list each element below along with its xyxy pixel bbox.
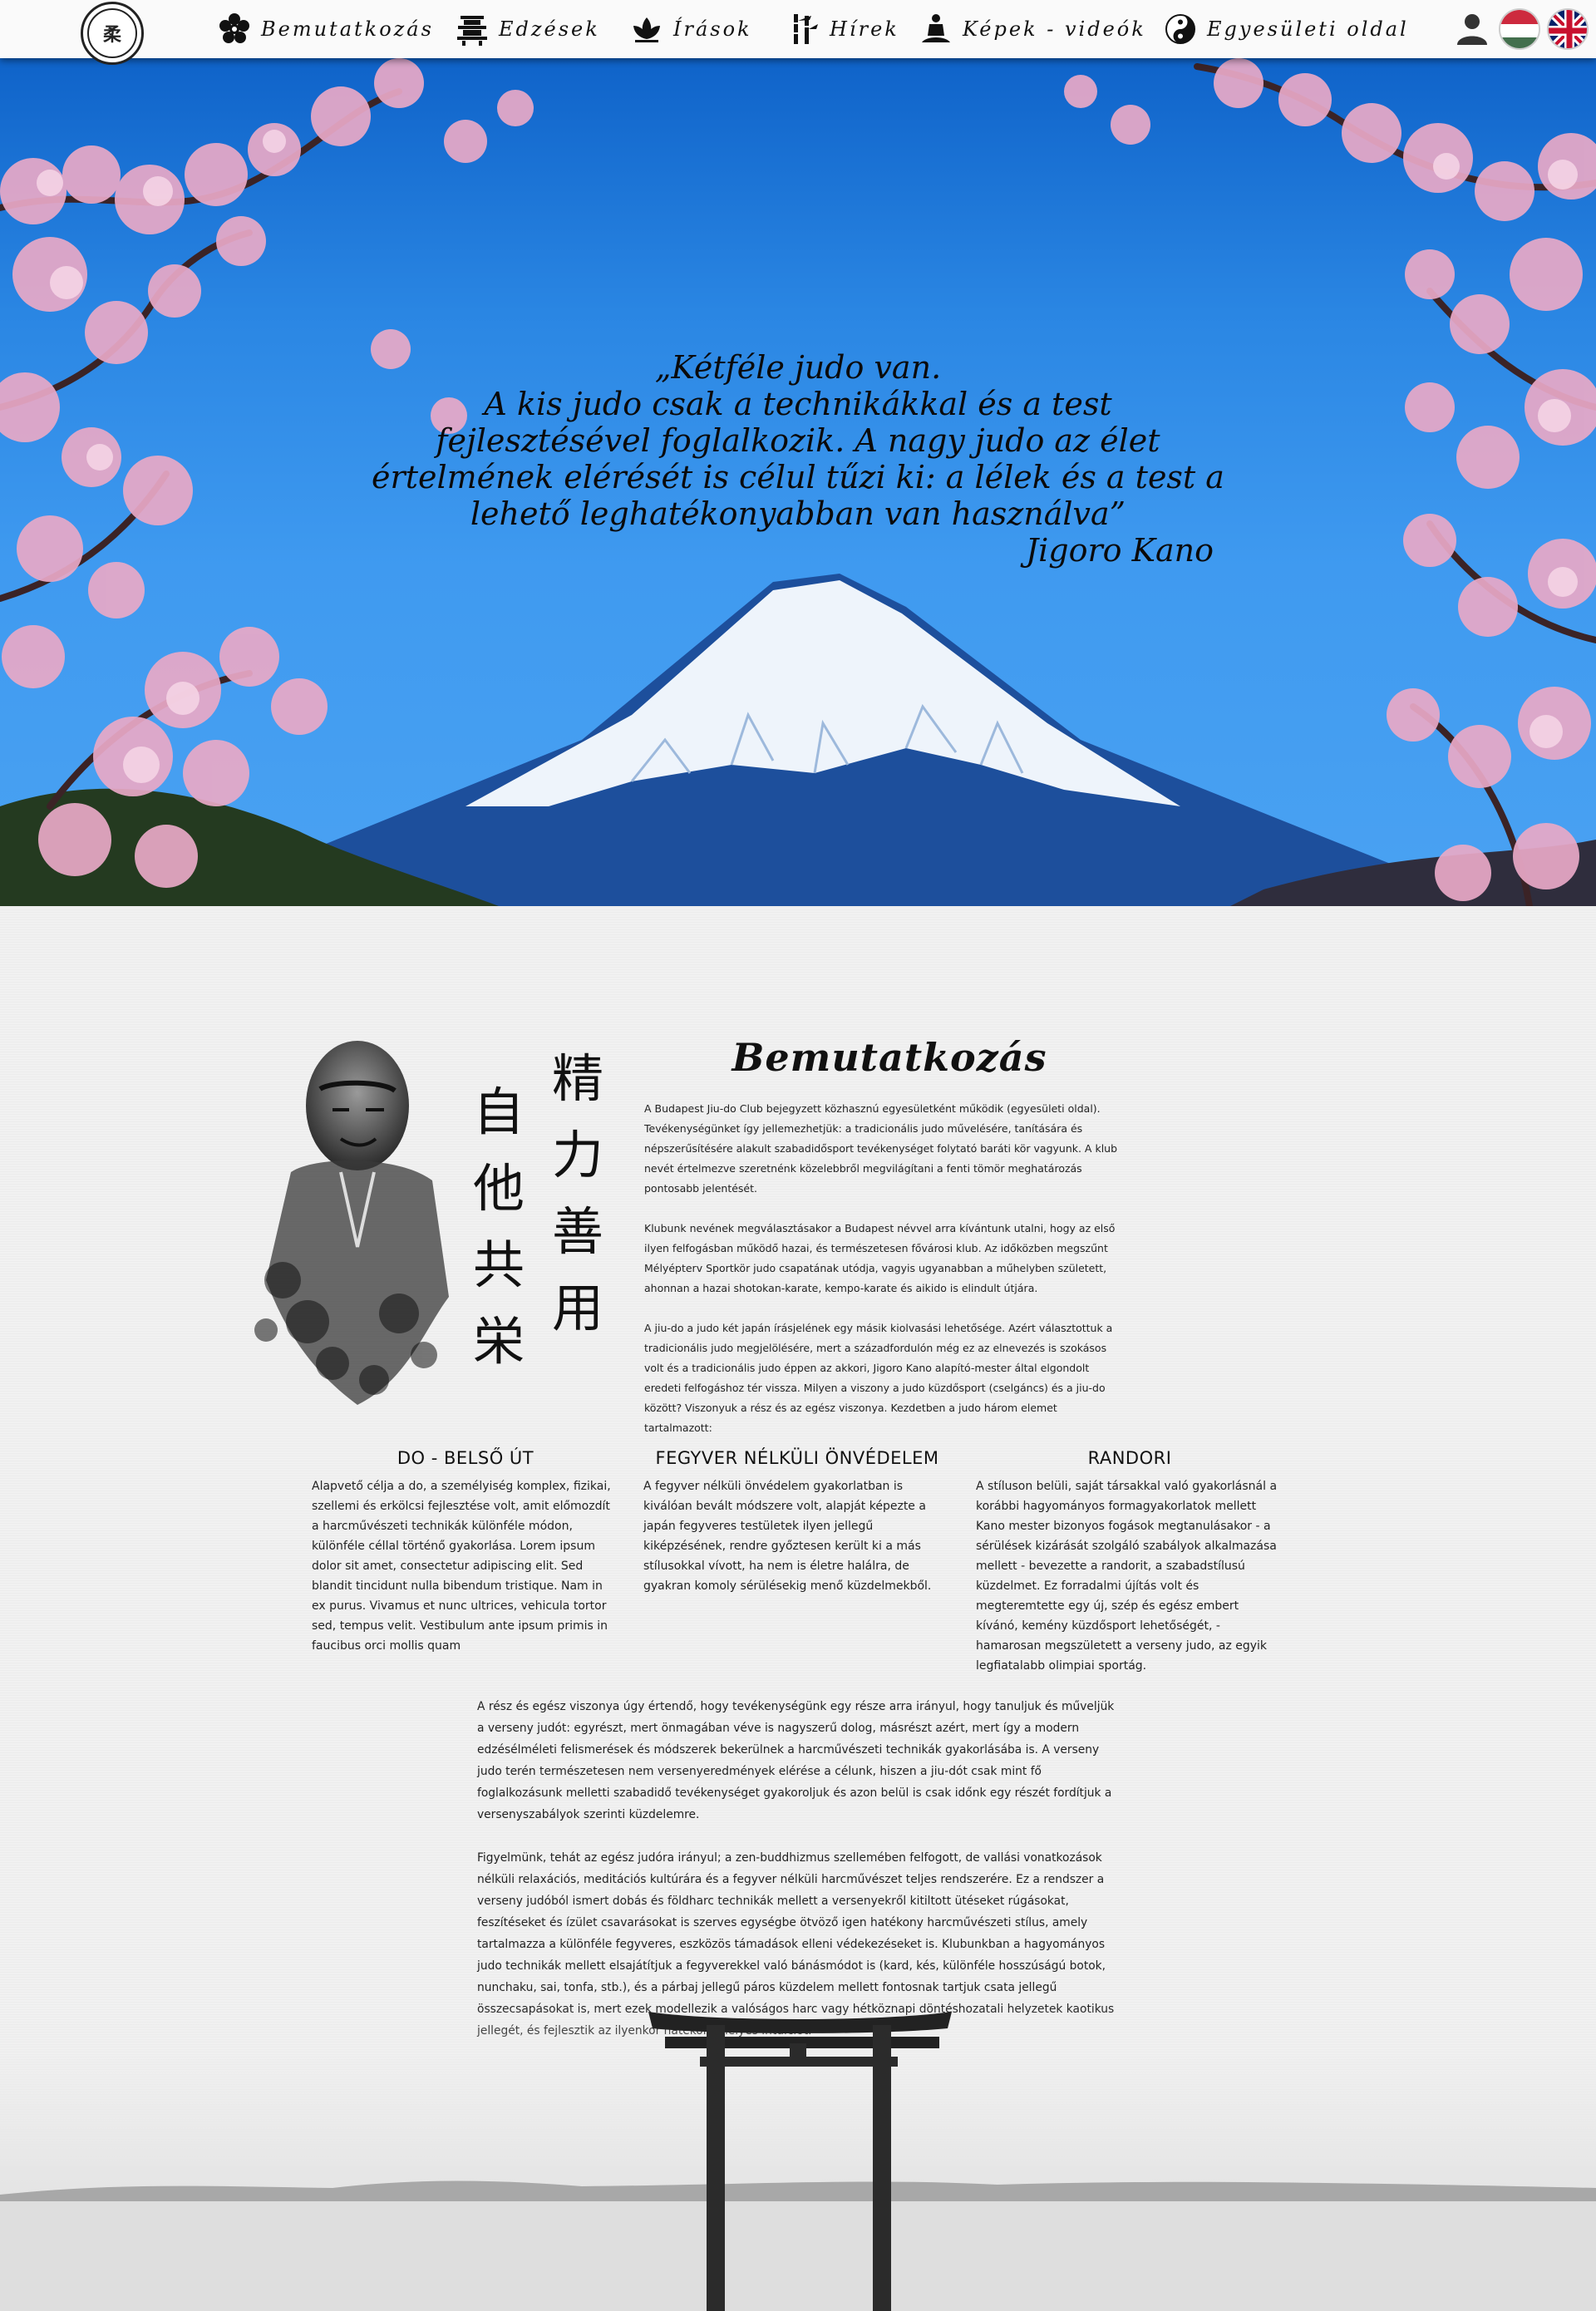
logo-mark: 柔 (102, 24, 121, 46)
column-do-belso-ut: DO - BELSŐ ÚT Alapvető célja a do, a sze… (312, 1448, 619, 1656)
nav-item-bemutatkozas[interactable]: Bemutatkozás (218, 12, 434, 47)
flower-icon (219, 13, 249, 43)
quote-line: fejlesztésével foglalkozik. A nagy judo … (436, 422, 1160, 459)
column-fegyver-nelkuli-onvedelem: FEGYVER NÉLKÜLI ÖNVÉDELEM A fegyver nélk… (643, 1448, 951, 1596)
quote-line: lehető leghatékonyabban van használva” (470, 495, 1126, 532)
intro-paragraph: Klubunk nevének megválasztásakor a Budap… (644, 1222, 1116, 1294)
calligraphy-seiryoku-zenyo: 自 他 共 栄 精 力 善 用 (466, 1047, 615, 1397)
nav-item-egyesuleti-oldal[interactable]: Egyesületi oldal (1164, 12, 1409, 47)
intro-text: A Budapest Jiu-do Club bejegyzett közhas… (644, 1099, 1118, 1458)
calligraphy-left-column: 自 他 共 栄 (472, 1082, 525, 1372)
column-text: A stíluson belüli, saját társakkal való … (976, 1480, 1278, 1673)
hungarian-flag-icon[interactable] (1499, 8, 1540, 50)
yin-yang-icon (1165, 14, 1195, 44)
column-heading: FEGYVER NÉLKÜLI ÖNVÉDELEM (655, 1448, 939, 1468)
top-navbar: 柔 Bemutatkozás Edzések Írások Hírek Képe… (0, 0, 1596, 65)
column-text: A fegyver nélküli önvédelem gyakorlatban… (643, 1480, 932, 1593)
nav-item-irasok[interactable]: Írások (630, 12, 752, 47)
hero-quote: „Kétféle judo van. A kis judo csak a tec… (366, 349, 1230, 569)
torii-gate-image (0, 2003, 1596, 2311)
quote-author: Jigoro Kano (1025, 532, 1214, 569)
meditation-icon (922, 14, 950, 42)
uk-flag-icon[interactable] (1547, 8, 1589, 50)
lotus-icon (633, 17, 660, 42)
about-section: 自 他 共 栄 精 力 善 用 Bemutatkozás A Budapest … (0, 906, 1596, 2311)
intro-paragraph: A Budapest Jiu-do Club bejegyzett közhas… (644, 1102, 1118, 1195)
nav-item-hirek[interactable]: Hírek (786, 12, 899, 47)
intro-paragraph: A jiu-do a judo két japán írásjelének eg… (644, 1322, 1113, 1434)
column-heading: RANDORI (1087, 1448, 1172, 1468)
quote-line: A kis judo csak a technikákkal és a test (484, 386, 1112, 422)
column-text: Alapvető célja a do, a személyiség kompl… (312, 1480, 611, 1653)
nav-item-kepek-videok[interactable]: Képek - videók (919, 12, 1146, 47)
column-randori: RANDORI A stíluson belüli, saját társakk… (976, 1448, 1283, 1676)
calligraphy-right-column: 精 力 善 用 (551, 1048, 603, 1338)
column-heading: DO - BELSŐ ÚT (397, 1448, 534, 1468)
page-title: Bemutatkozás (732, 1035, 1047, 1080)
jigoro-kano-portrait (254, 1041, 449, 1405)
hero-banner: „Kétféle judo van. A kis judo csak a tec… (0, 58, 1596, 906)
quote-line: „Kétféle judo van. (654, 349, 942, 386)
bamboo-icon (793, 14, 818, 44)
club-logo[interactable]: 柔 (81, 2, 144, 65)
body-paragraph: A rész és egész viszonya úgy értendő, ho… (477, 1700, 1115, 1821)
quote-line: értelmének elérését is célul tűzi ki: a … (372, 459, 1224, 495)
pagoda-icon (457, 16, 487, 46)
nav-item-edzesek[interactable]: Edzések (456, 12, 600, 47)
user-icon[interactable] (1455, 12, 1490, 47)
